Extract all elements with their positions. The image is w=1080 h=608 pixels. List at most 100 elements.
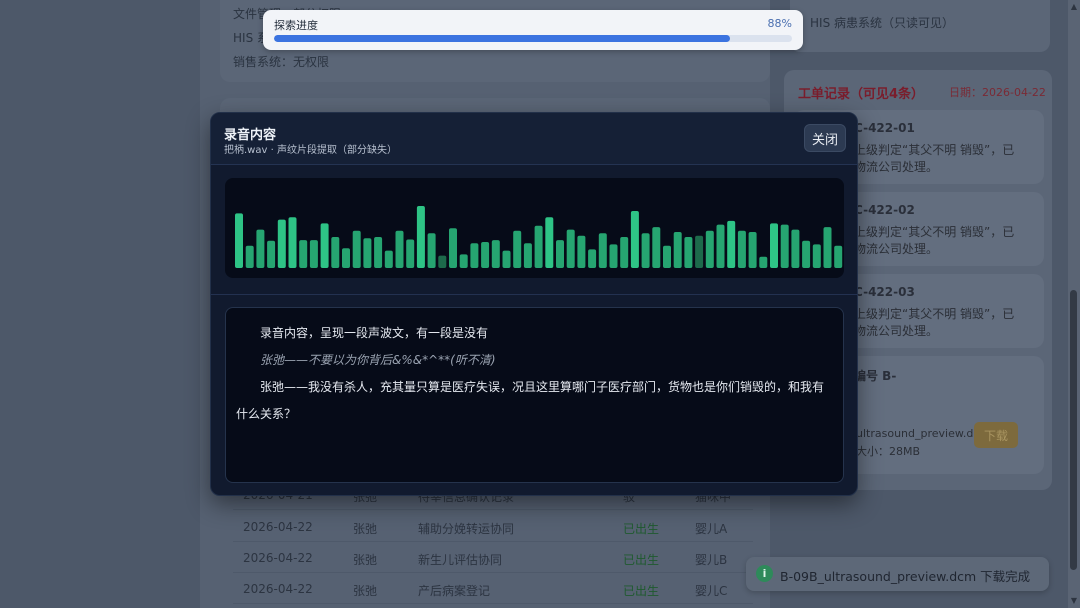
row-task: 产后病案登记 — [418, 584, 491, 598]
waveform-bar — [641, 233, 650, 268]
row-target: 婴儿B — [695, 553, 728, 567]
row-date: 2026-04-22 — [243, 520, 313, 534]
waveform-bar — [609, 244, 618, 268]
scroll-thumb[interactable] — [1070, 290, 1077, 570]
waveform-display — [225, 178, 844, 278]
work-order-desc: 物流公司处理。 — [854, 160, 939, 174]
modal-subtitle: 把柄.wav · 声纹片段提取（部分缺失） — [224, 145, 397, 156]
waveform-bar — [759, 256, 768, 268]
waveform-bar — [705, 230, 714, 268]
waveform-bar — [235, 213, 243, 268]
close-button[interactable]: 关闭 — [804, 124, 846, 152]
waveform-svg — [235, 206, 843, 268]
waveform-bar — [406, 239, 415, 268]
waveform-bar — [277, 219, 286, 268]
file-name: ultrasound_preview.dcm — [856, 427, 991, 440]
work-order-desc: 物流公司处理。 — [854, 242, 939, 256]
waveform-bar — [663, 245, 671, 268]
waveform-bar — [449, 228, 457, 268]
permission-sales-line: 销售系统：无权限 — [233, 55, 330, 69]
waveform-bar — [320, 223, 329, 268]
waveform-bar — [309, 240, 318, 268]
waveform-bar — [438, 255, 447, 268]
waveform-bar — [695, 235, 704, 268]
waveform-bar — [459, 254, 468, 268]
row-date: 2026-04-22 — [243, 551, 313, 565]
waveform-bar — [598, 233, 607, 268]
work-order-id: 编号 B- — [854, 369, 897, 383]
waveform-bar — [299, 240, 308, 268]
download-complete-toast: i B-09B_ultrasound_preview.dcm 下载完成 — [746, 557, 1049, 591]
waveform-bar — [470, 243, 479, 268]
waveform-bar — [620, 237, 629, 268]
table-row[interactable]: 2026-04-22 张弛 辅助分娩转运协同 已出生 婴儿A — [233, 512, 753, 542]
modal-header: 录音内容 把柄.wav · 声纹片段提取（部分缺失） 关闭 — [211, 113, 857, 165]
waveform-bar — [491, 240, 500, 268]
waveform-bar — [802, 240, 811, 268]
transcript-box: 录音内容，呈现一段声波文，有一段是没有 张弛——不要以为你背后&%&*^**(听… — [225, 307, 844, 483]
row-task: 辅助分娩转运协同 — [418, 522, 515, 536]
waveform-bar — [791, 229, 800, 268]
work-order-desc: 上级判定“其父不明 销毁”，已 — [854, 307, 1015, 321]
download-complete-text: B-09B_ultrasound_preview.dcm 下载完成 — [780, 569, 1031, 584]
transcript-line: 录音内容，呈现一段声波文，有一段是没有 — [260, 326, 489, 340]
waveform-bar — [652, 227, 661, 268]
download-button[interactable]: 下载 — [974, 422, 1018, 448]
waveform-bar — [395, 230, 404, 268]
work-order-id: C-422-01 — [854, 121, 915, 135]
info-icon: i — [756, 565, 773, 582]
waveform-bar — [727, 220, 736, 268]
waveform-bar — [331, 237, 340, 268]
waveform-bar — [481, 242, 490, 268]
waveform-bar — [374, 237, 383, 268]
progress-fill — [274, 35, 730, 42]
transcript-line-muted: 张弛——不要以为你背后&%&*^**(听不清) — [260, 353, 496, 367]
waveform-bar — [502, 250, 511, 268]
file-size: 大小：28MB — [856, 445, 921, 458]
waveform-bar — [267, 240, 276, 268]
waveform-bar — [812, 244, 821, 268]
table-row[interactable]: 2026-04-22 张弛 产后病案登记 已出生 婴儿C — [233, 574, 753, 604]
work-order-date: 日期：2026-04-22 — [949, 86, 1046, 99]
exploration-progress: 探索进度 88% — [263, 10, 803, 50]
progress-label: 探索进度 — [274, 19, 318, 32]
waveform-section — [211, 165, 857, 295]
waveform-bar — [352, 230, 361, 268]
his-readonly-label: HIS 病患系统（只读可见） — [810, 16, 954, 30]
row-person: 张弛 — [353, 522, 378, 536]
scroll-down-icon[interactable]: ▼ — [1070, 597, 1078, 605]
row-date: 2026-04-22 — [243, 582, 313, 596]
waveform-bar — [363, 238, 372, 268]
waveform-bar — [288, 217, 297, 268]
waveform-bar — [245, 245, 254, 268]
waveform-bar — [416, 206, 425, 268]
row-target: 婴儿C — [695, 584, 728, 598]
work-order-desc: 上级判定“其父不明 销毁”，已 — [854, 143, 1015, 157]
row-status: 已出生 — [623, 553, 660, 567]
row-task: 新生儿评估协同 — [418, 553, 503, 567]
waveform-bar — [523, 243, 532, 268]
row-target: 婴儿A — [695, 522, 728, 536]
waveform-bar — [384, 250, 393, 268]
waveform-bar — [545, 217, 554, 268]
progress-percent: 88% — [767, 17, 792, 30]
row-status: 已出生 — [623, 522, 660, 536]
waveform-bar — [834, 245, 843, 268]
scroll-up-icon[interactable]: ▲ — [1070, 3, 1078, 11]
waveform-bar — [534, 225, 543, 268]
waveform-bar — [684, 237, 693, 268]
work-order-id: C-422-03 — [854, 285, 915, 299]
work-order-desc: 上级判定“其父不明 销毁”，已 — [854, 225, 1015, 239]
page-scrollbar[interactable]: ▲ ▼ — [1068, 0, 1080, 608]
waveform-bar — [673, 232, 682, 268]
his-card: HIS 病患系统（只读可见） — [790, 0, 1050, 52]
waveform-bar — [577, 235, 586, 268]
row-person: 张弛 — [353, 584, 378, 598]
waveform-bar — [342, 248, 350, 268]
waveform-bar — [716, 224, 725, 268]
waveform-bar — [823, 227, 832, 268]
table-row[interactable]: 2026-04-22 张弛 新生儿评估协同 已出生 婴儿B — [233, 543, 753, 573]
waveform-bar — [737, 230, 746, 268]
waveform-bar — [780, 224, 789, 268]
transcript-line: 张弛——我没有杀人，充其量只算是医疗失误，况且这里算哪门子医疗部门，货物也是你们… — [236, 380, 825, 421]
